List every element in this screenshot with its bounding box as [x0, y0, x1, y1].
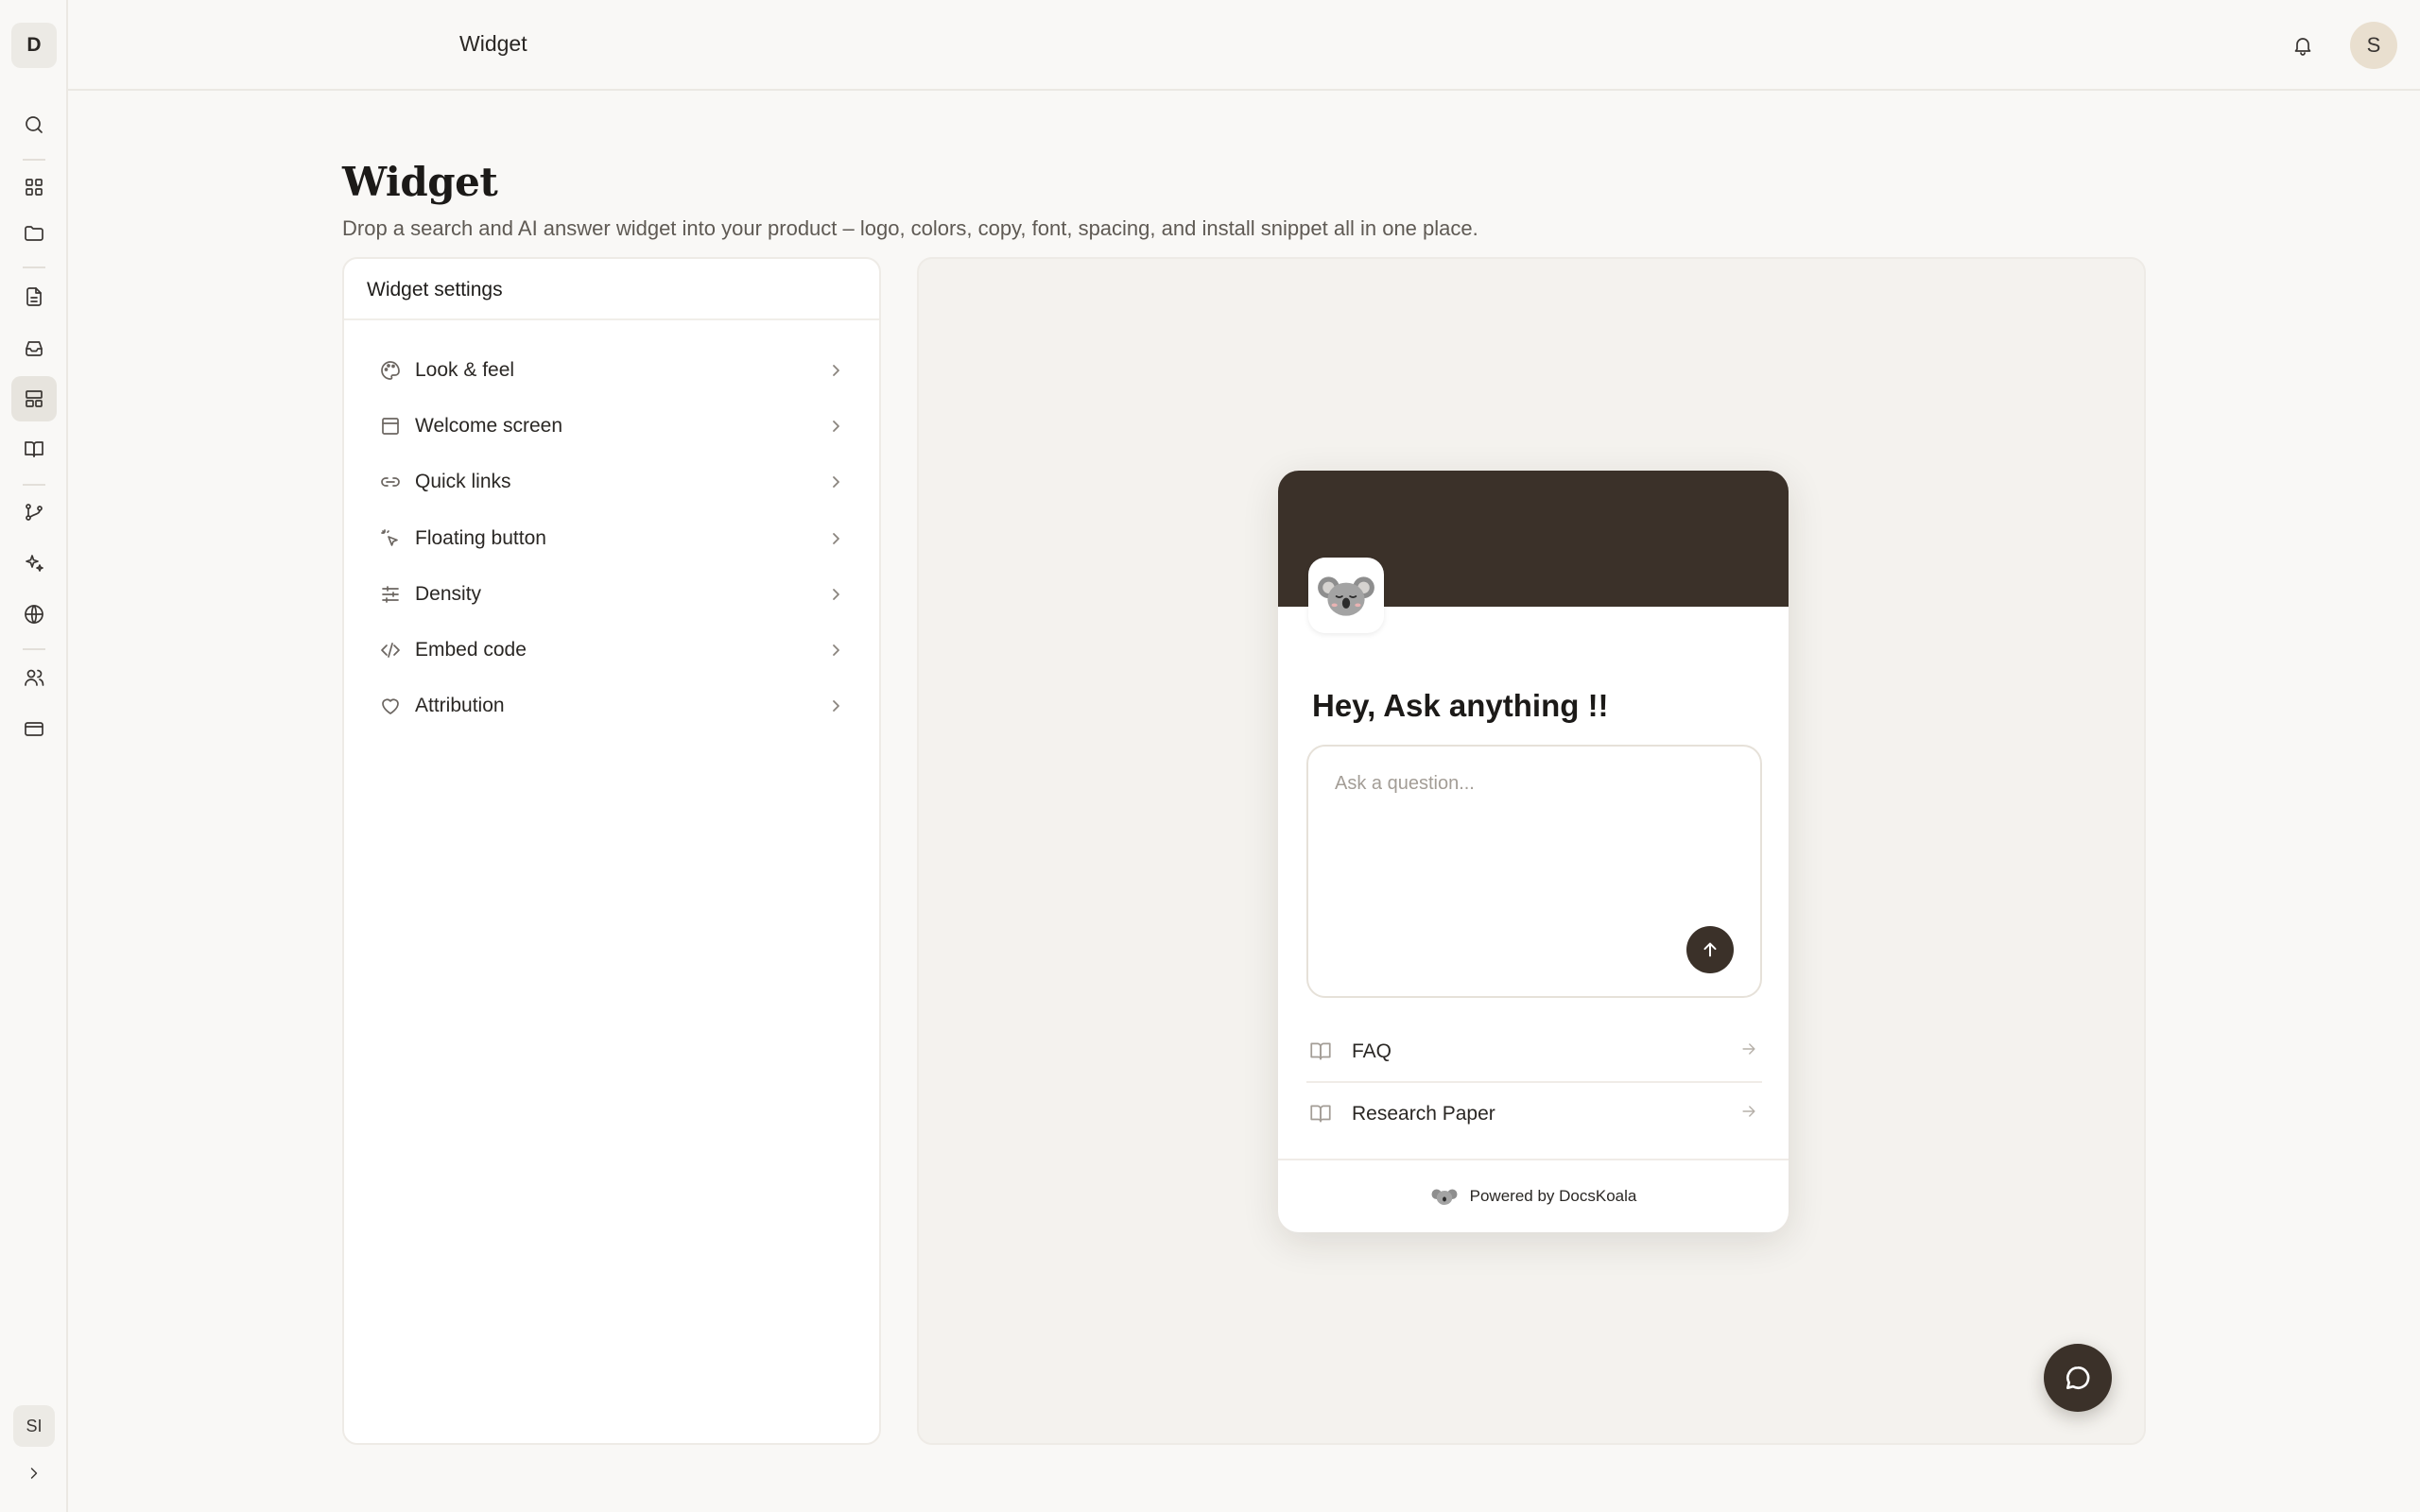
- user-initials-badge[interactable]: SI: [13, 1405, 55, 1447]
- settings-item-label: Embed code: [415, 639, 527, 662]
- chat-bubble-icon: [2066, 1366, 2090, 1389]
- book-icon[interactable]: [11, 426, 57, 472]
- quick-link-label: Research Paper: [1352, 1102, 1495, 1125]
- arrow-up-icon: [1703, 942, 1717, 957]
- arrow-right-icon: [1739, 1040, 1762, 1063]
- settings-item-embed-code[interactable]: Embed code: [367, 622, 856, 678]
- koala-small-icon: [1430, 1185, 1459, 1208]
- inbox-icon[interactable]: [11, 325, 57, 370]
- widget-layout-icon[interactable]: [11, 376, 57, 421]
- widget-question-input[interactable]: Ask a question...: [1306, 745, 1762, 998]
- settings-item-label: Density: [415, 582, 482, 605]
- koala-logo-icon: [1308, 558, 1384, 633]
- folder-icon[interactable]: [11, 211, 57, 256]
- pointer-click-icon: [377, 525, 404, 552]
- settings-item-label: Welcome screen: [415, 414, 563, 437]
- settings-item-look-and-feel[interactable]: Look & feel: [367, 342, 856, 398]
- send-button[interactable]: [1686, 926, 1734, 973]
- rail-divider: [23, 159, 45, 161]
- code-icon: [377, 637, 404, 663]
- chevron-right-icon: [824, 583, 847, 606]
- book-open-icon: [1308, 1101, 1335, 1127]
- notifications-bell-icon[interactable]: [2280, 23, 2325, 68]
- page-subtitle: Drop a search and AI answer widget into …: [342, 216, 1478, 240]
- quick-link-research-paper[interactable]: Research Paper: [1306, 1083, 1762, 1144]
- globe-icon[interactable]: [11, 592, 57, 637]
- window-icon: [377, 413, 404, 439]
- expand-sidebar-icon[interactable]: [11, 1451, 57, 1496]
- search-icon[interactable]: [11, 102, 57, 147]
- settings-item-density[interactable]: Density: [367, 566, 856, 622]
- chevron-right-icon: [824, 359, 847, 382]
- palette-icon: [377, 357, 404, 384]
- chevron-right-icon: [824, 415, 847, 438]
- rail-divider: [23, 266, 45, 268]
- quick-link-label: FAQ: [1352, 1040, 1392, 1062]
- settings-item-floating-button[interactable]: Floating button: [367, 510, 856, 566]
- top-bar: Widget S: [68, 0, 2420, 91]
- document-icon[interactable]: [11, 274, 57, 319]
- sparkles-icon[interactable]: [11, 541, 57, 586]
- user-avatar[interactable]: S: [2350, 22, 2397, 69]
- rail-divider: [23, 484, 45, 486]
- book-open-icon: [1308, 1039, 1335, 1065]
- users-icon[interactable]: [11, 655, 57, 700]
- chevron-right-icon: [824, 471, 847, 493]
- left-rail: D SI: [0, 0, 68, 1512]
- credit-card-icon[interactable]: [11, 706, 57, 751]
- rail-divider: [23, 648, 45, 650]
- workspace-logo[interactable]: D: [11, 23, 57, 68]
- settings-item-label: Attribution: [415, 695, 505, 717]
- page-title: Widget: [342, 159, 498, 205]
- sliders-icon: [377, 581, 404, 608]
- link-icon: [377, 469, 404, 495]
- question-input-placeholder: Ask a question...: [1335, 773, 1475, 794]
- heart-icon: [377, 693, 404, 719]
- settings-list: Look & feel Welcome screen Quick links F…: [344, 320, 879, 734]
- settings-item-attribution[interactable]: Attribution: [367, 679, 856, 734]
- chevron-right-icon: [824, 527, 847, 550]
- widget-settings-panel: Widget settings Look & feel Welcome scre…: [342, 257, 881, 1445]
- settings-item-quick-links[interactable]: Quick links: [367, 455, 856, 510]
- settings-item-label: Floating button: [415, 526, 546, 549]
- widget-welcome-heading: Hey, Ask anything !!: [1312, 688, 1609, 723]
- settings-item-label: Quick links: [415, 471, 511, 493]
- widget-preview-card: Hey, Ask anything !! Ask a question... F…: [1278, 471, 1789, 1232]
- floating-chat-button[interactable]: [2044, 1344, 2112, 1412]
- arrow-right-icon: [1739, 1102, 1762, 1125]
- widget-settings-header: Widget settings: [344, 259, 879, 320]
- widget-header-banner: [1278, 471, 1789, 633]
- breadcrumb-title: Widget: [459, 31, 527, 56]
- widget-footer: Powered by DocsKoala: [1278, 1159, 1789, 1232]
- git-branch-icon[interactable]: [11, 490, 57, 535]
- widget-preview-area: Hey, Ask anything !! Ask a question... F…: [917, 257, 2146, 1445]
- powered-by-text[interactable]: Powered by DocsKoala: [1470, 1187, 1637, 1206]
- chevron-right-icon: [824, 695, 847, 717]
- chevron-right-icon: [824, 639, 847, 662]
- settings-item-label: Look & feel: [415, 358, 515, 381]
- widget-quick-links: FAQ Research Paper: [1306, 1022, 1762, 1144]
- settings-item-welcome-screen[interactable]: Welcome screen: [367, 398, 856, 454]
- dashboard-icon[interactable]: [11, 164, 57, 210]
- quick-link-faq[interactable]: FAQ: [1306, 1022, 1762, 1083]
